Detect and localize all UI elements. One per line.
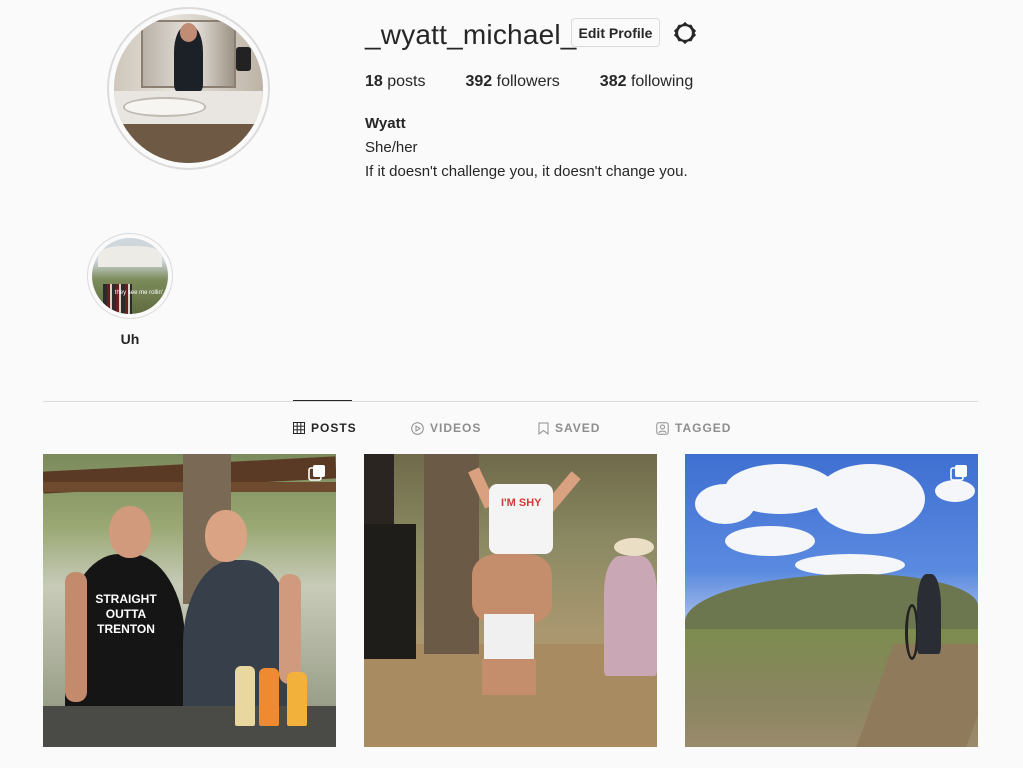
tab-saved[interactable]: SAVED: [538, 421, 600, 435]
profile-bio: If it doesn't challenge you, it doesn't …: [365, 163, 688, 180]
highlight-image-caption: they see me rollin': [114, 289, 163, 296]
following-label: following: [630, 73, 694, 90]
posts-stat[interactable]: 18 posts: [365, 73, 426, 91]
edit-profile-button[interactable]: Edit Profile: [571, 18, 660, 47]
active-tab-indicator: [293, 400, 352, 401]
profile-full-name: Wyatt: [365, 115, 406, 132]
tabs-divider: [43, 401, 978, 402]
grid-icon: [293, 422, 305, 434]
tab-tagged[interactable]: TAGGED: [656, 421, 731, 435]
highlight-cover-image: they see me rollin': [92, 238, 168, 314]
tab-posts-label: POSTS: [311, 421, 357, 435]
post-thumbnail-2[interactable]: I'M SHY: [364, 454, 657, 747]
post-thumbnail-1[interactable]: STRAIGHT OUTTA TRENTON: [43, 454, 336, 747]
following-stat[interactable]: 382 following: [600, 73, 693, 91]
profile-avatar[interactable]: [107, 7, 270, 170]
profile-pronouns: She/her: [365, 139, 418, 156]
shirt-text: STRAIGHT OUTTA TRENTON: [95, 592, 157, 636]
highlight-label: Uh: [120, 331, 140, 347]
followers-stat[interactable]: 392 followers: [466, 73, 560, 91]
profile-stats: 18 posts 392 followers 382 following: [365, 73, 733, 91]
carousel-icon: [308, 465, 325, 481]
tab-videos-label: VIDEOS: [430, 421, 482, 435]
followers-label: followers: [496, 73, 560, 90]
story-highlight[interactable]: they see me rollin': [87, 233, 173, 319]
tag-person-icon: [656, 421, 669, 435]
avatar-photo: [114, 14, 263, 163]
post-thumbnail-3[interactable]: [685, 454, 978, 747]
settings-gear-icon[interactable]: [673, 21, 697, 45]
play-circle-icon: [411, 421, 424, 435]
tab-videos[interactable]: VIDEOS: [411, 421, 481, 435]
following-count: 382: [599, 73, 627, 90]
posts-label: posts: [387, 73, 426, 90]
posts-count: 18: [365, 73, 383, 90]
tab-saved-label: SAVED: [555, 421, 601, 435]
followers-count: 392: [465, 73, 493, 90]
tab-tagged-label: TAGGED: [675, 421, 732, 435]
profile-username: _wyatt_michael_: [365, 19, 577, 50]
carousel-icon: [950, 465, 967, 481]
tab-posts[interactable]: POSTS: [293, 421, 357, 435]
shirt-text: I'M SHY: [501, 497, 542, 509]
bookmark-icon: [538, 422, 549, 435]
